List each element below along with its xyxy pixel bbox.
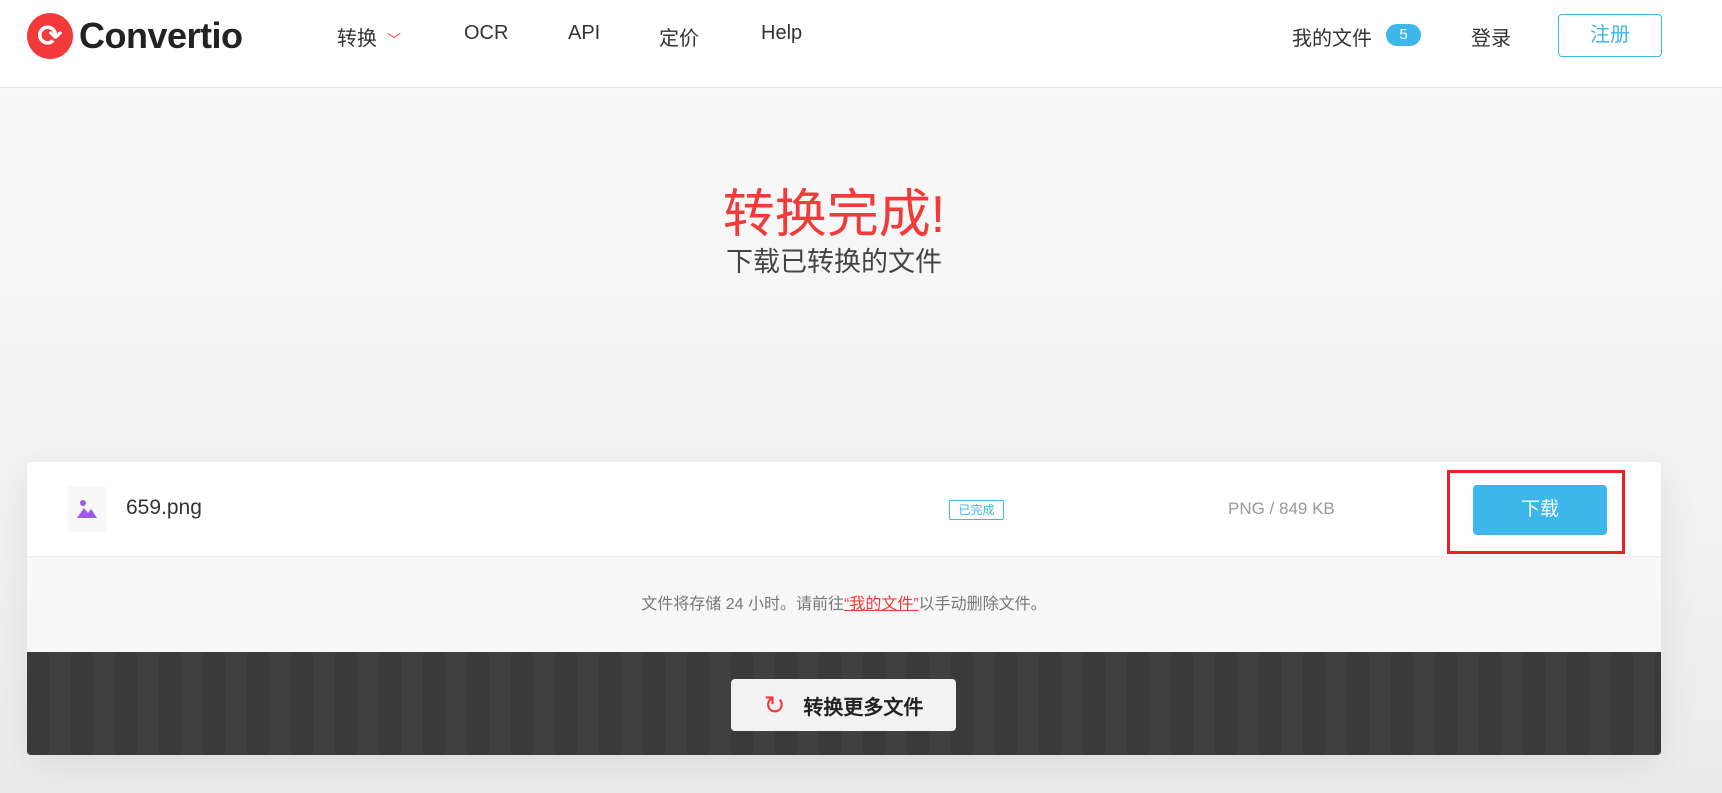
convert-more-area: ↻ 转换更多文件 <box>27 652 1661 755</box>
logo-refresh-icon: ⟳ <box>27 13 73 59</box>
my-files-count-badge: 5 <box>1386 24 1421 46</box>
page-subtitle: 下载已转换的文件 <box>726 247 942 277</box>
nav-ocr[interactable]: OCR <box>464 22 508 45</box>
note-text-end: 以手动删除文件。 <box>918 596 1047 613</box>
my-files-note-link[interactable]: “我的文件” <box>844 596 919 613</box>
file-row: 659.png 已完成 PNG / 849 KB 下载 <box>27 462 1661 557</box>
convert-more-label: 转换更多文件 <box>803 696 924 719</box>
download-button[interactable]: 下载 <box>1473 485 1607 535</box>
nav-help[interactable]: Help <box>761 22 802 45</box>
file-name: 659.png <box>126 496 202 519</box>
logo-text: Convertio <box>79 15 243 56</box>
file-meta: PNG / 849 KB <box>1228 499 1335 518</box>
signup-button[interactable]: 注册 <box>1558 14 1662 57</box>
result-card: 659.png 已完成 PNG / 849 KB 下载 文件将存储 24 小时。… <box>27 462 1661 755</box>
page-title: 转换完成! <box>722 186 946 244</box>
chevron-down-icon: ﹀ <box>387 32 401 48</box>
nav-convert[interactable]: 转换 ﹀ <box>337 22 401 51</box>
my-files-link[interactable]: 我的文件 <box>1292 22 1372 51</box>
image-file-icon <box>67 486 107 532</box>
nav-pricing[interactable]: 定价 <box>659 22 699 51</box>
nav-api[interactable]: API <box>568 22 600 45</box>
note-text: 文件将存储 24 小时。请前往 <box>641 596 844 613</box>
logo[interactable]: ⟳ Convertio <box>27 13 243 59</box>
convert-more-button[interactable]: ↻ 转换更多文件 <box>731 679 956 731</box>
header: ⟳ Convertio 转换 ﹀ OCR API 定价 Help 我的文件 5 登… <box>0 0 1722 88</box>
storage-note: 文件将存储 24 小时。请前往“我的文件”以手动删除文件。 <box>27 557 1661 652</box>
login-link[interactable]: 登录 <box>1471 22 1511 51</box>
nav-convert-label: 转换 <box>337 28 377 50</box>
status-badge: 已完成 <box>949 500 1004 520</box>
refresh-icon: ↻ <box>763 689 786 720</box>
